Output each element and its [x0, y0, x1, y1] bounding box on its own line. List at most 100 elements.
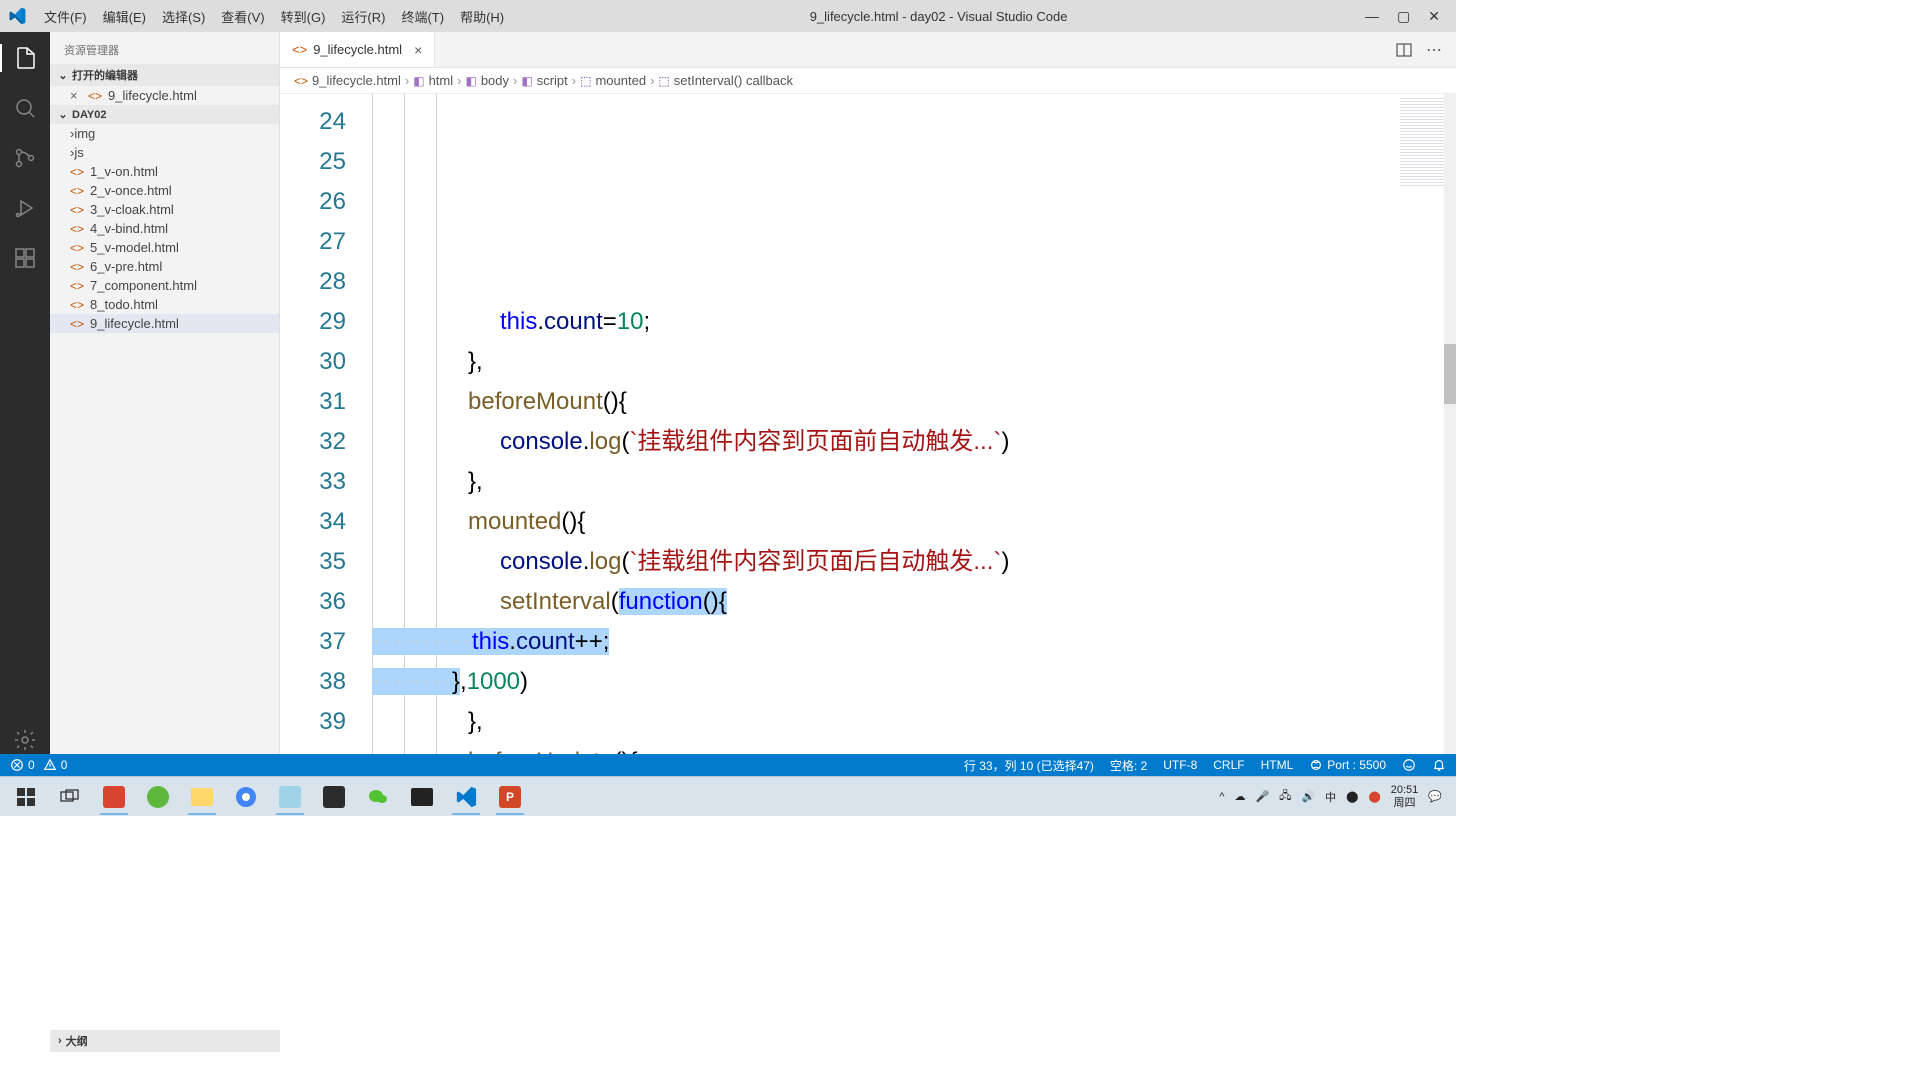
html-file-icon: <>	[70, 260, 84, 274]
code-content[interactable]: this.count=10;},beforeMount(){console.lo…	[372, 94, 1456, 754]
taskbar-powerpoint[interactable]: P	[490, 779, 530, 815]
status-port[interactable]: Port : 5500	[1309, 758, 1386, 772]
symbol-icon: ◧	[521, 74, 532, 88]
workspace-label: DAY02	[72, 109, 106, 121]
menu-view[interactable]: 查看(V)	[213, 7, 272, 26]
status-cursor[interactable]: 行 33，列 10 (已选择47)	[964, 757, 1094, 774]
breadcrumb-item[interactable]: ⬚setInterval() callback	[658, 73, 793, 88]
file-item[interactable]: <> 6_v-pre.html	[50, 257, 279, 276]
file-item[interactable]: <>3_v-cloak.html	[50, 200, 279, 219]
system-tray: ^ ☁ 🎤 🖧 🔊 中 ⬤ ⬤ 20:51 周四 💬	[1219, 784, 1450, 810]
outline-label: 大纲	[66, 1033, 88, 1049]
tray-network-icon[interactable]: 🖧	[1279, 787, 1291, 806]
breadcrumb-item[interactable]: ◧body	[465, 73, 509, 88]
close-icon[interactable]: ×	[70, 88, 86, 103]
activity-settings-icon[interactable]	[11, 726, 39, 754]
file-label: 3_v-cloak.html	[90, 202, 174, 217]
breadcrumb-item[interactable]: ◧script	[521, 73, 567, 88]
file-label: 9_lifecycle.html	[90, 316, 179, 331]
file-label: 9_lifecycle.html	[108, 88, 197, 103]
tray-volume-icon[interactable]: 🔊	[1301, 790, 1315, 803]
breadcrumb[interactable]: <>9_lifecycle.html›◧html›◧body›◧script›⬚…	[280, 68, 1456, 94]
vscode-logo-icon	[8, 7, 26, 25]
taskbar-app-1[interactable]	[94, 779, 134, 815]
file-item[interactable]: <>2_v-once.html	[50, 181, 279, 200]
activity-search-icon[interactable]	[11, 94, 39, 122]
html-file-icon: <>	[70, 279, 84, 293]
menu-help[interactable]: 帮助(H)	[452, 7, 512, 26]
status-spaces[interactable]: 空格: 2	[1110, 757, 1147, 774]
folder-item[interactable]: ›img	[50, 124, 279, 143]
status-feedback-icon[interactable]	[1402, 758, 1416, 772]
folder-item[interactable]: ›js	[50, 143, 279, 162]
menu-goto[interactable]: 转到(G)	[273, 7, 334, 26]
tray-icon[interactable]: ⬤	[1346, 790, 1358, 803]
taskbar-wechat[interactable]	[358, 779, 398, 815]
status-warnings[interactable]: 0	[43, 758, 68, 772]
status-language[interactable]: HTML	[1261, 758, 1294, 772]
tray-cloud-icon[interactable]: ☁	[1234, 790, 1245, 803]
window-maximize-icon[interactable]: ▢	[1397, 8, 1410, 25]
start-button[interactable]	[6, 779, 46, 815]
breadcrumb-item[interactable]: ⬚mounted	[580, 73, 646, 88]
notification-center-icon[interactable]: 💬	[1428, 790, 1442, 803]
breadcrumb-item[interactable]: <>9_lifecycle.html	[294, 73, 401, 88]
menu-select[interactable]: 选择(S)	[154, 7, 213, 26]
windows-taskbar: P ^ ☁ 🎤 🖧 🔊 中 ⬤ ⬤ 20:51 周四 💬	[0, 776, 1456, 816]
file-item[interactable]: <> 9_lifecycle.html	[50, 314, 279, 333]
editor-area: <> 9_lifecycle.html × ⋯ <>9_lifecycle.ht…	[280, 32, 1456, 754]
taskbar-file-explorer[interactable]	[182, 779, 222, 815]
open-editor-item[interactable]: × <> 9_lifecycle.html	[50, 86, 279, 105]
status-encoding[interactable]: UTF-8	[1163, 758, 1197, 772]
open-editors-label: 打开的编辑器	[72, 67, 138, 83]
tab-active[interactable]: <> 9_lifecycle.html ×	[280, 32, 435, 67]
menu-edit[interactable]: 编辑(E)	[95, 7, 154, 26]
breadcrumb-item[interactable]: ◧html	[413, 73, 453, 88]
menu-terminal[interactable]: 终端(T)	[393, 7, 452, 26]
file-item[interactable]: <>1_v-on.html	[50, 162, 279, 181]
vertical-scrollbar[interactable]	[1444, 94, 1456, 754]
scrollbar-thumb[interactable]	[1444, 344, 1456, 404]
taskbar-app-3[interactable]	[270, 779, 310, 815]
taskbar-clock[interactable]: 20:51 周四	[1391, 784, 1419, 810]
activity-debug-icon[interactable]	[11, 194, 39, 222]
taskbar-app-2[interactable]	[138, 779, 178, 815]
code-editor[interactable]: 24252627282930313233343536373839 this.co…	[280, 94, 1456, 754]
section-workspace[interactable]: ⌄ DAY02	[50, 105, 279, 124]
window-close-icon[interactable]: ✕	[1428, 8, 1440, 25]
menu-run[interactable]: 运行(R)	[333, 7, 393, 26]
line-numbers: 24252627282930313233343536373839	[280, 94, 372, 754]
section-open-editors[interactable]: ⌄ 打开的编辑器	[50, 64, 279, 86]
tray-icon[interactable]: ⬤	[1368, 790, 1380, 803]
tray-chevron-icon[interactable]: ^	[1219, 791, 1224, 803]
tray-ime-icon[interactable]: 中	[1325, 789, 1336, 805]
menu-file[interactable]: 文件(F)	[36, 7, 95, 26]
close-icon[interactable]: ×	[414, 42, 422, 58]
html-file-icon: <>	[294, 74, 308, 88]
minimap[interactable]	[1400, 98, 1444, 188]
section-outline[interactable]: › 大纲	[50, 1030, 280, 1052]
task-view-icon[interactable]	[50, 779, 90, 815]
taskbar-vscode[interactable]	[446, 779, 486, 815]
status-errors[interactable]: 0	[10, 758, 35, 772]
file-item[interactable]: <>5_v-model.html	[50, 238, 279, 257]
taskbar-app-4[interactable]	[314, 779, 354, 815]
split-editor-icon[interactable]	[1396, 42, 1412, 58]
html-file-icon: <>	[70, 317, 84, 331]
activity-explorer-icon[interactable]	[0, 44, 50, 72]
file-label: 6_v-pre.html	[90, 259, 162, 274]
file-label: 4_v-bind.html	[90, 221, 168, 236]
status-bell-icon[interactable]	[1432, 758, 1446, 772]
activity-bar	[0, 32, 50, 754]
activity-scm-icon[interactable]	[11, 144, 39, 172]
status-eol[interactable]: CRLF	[1213, 758, 1244, 772]
window-minimize-icon[interactable]: ―	[1365, 8, 1379, 25]
file-item[interactable]: <>7_component.html	[50, 276, 279, 295]
tray-mic-icon[interactable]: 🎤	[1255, 790, 1269, 803]
taskbar-terminal[interactable]	[402, 779, 442, 815]
more-icon[interactable]: ⋯	[1426, 40, 1442, 60]
activity-extensions-icon[interactable]	[11, 244, 39, 272]
file-item[interactable]: <>8_todo.html	[50, 295, 279, 314]
taskbar-chrome[interactable]	[226, 779, 266, 815]
file-item[interactable]: <>4_v-bind.html	[50, 219, 279, 238]
